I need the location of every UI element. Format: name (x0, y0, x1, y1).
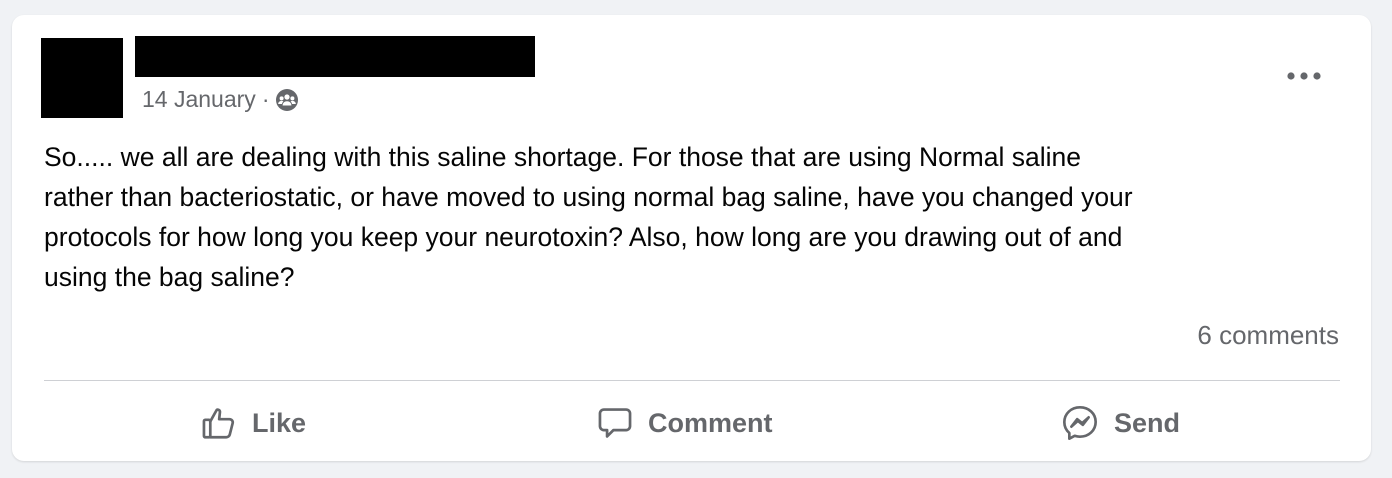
thumbs-up-icon (200, 404, 238, 442)
actions-divider (44, 380, 1340, 381)
post-card: 14 January · So..... we all are dealing … (12, 15, 1371, 461)
comment-bubble-icon (596, 404, 634, 442)
like-button[interactable]: Like (200, 393, 306, 453)
more-options-icon[interactable] (1282, 61, 1326, 91)
comment-button[interactable]: Comment (596, 393, 773, 453)
comment-label: Comment (648, 407, 773, 438)
comments-count-link[interactable]: 6 comments (1197, 320, 1339, 351)
post-actions-bar: Like Comment Send (12, 393, 1371, 453)
group-audience-icon[interactable] (275, 88, 299, 112)
post-body-text: So..... we all are dealing with this sal… (44, 142, 1133, 292)
messenger-icon (1060, 403, 1100, 443)
post-meta: 14 January · (142, 86, 299, 113)
meta-separator: · (261, 86, 270, 112)
like-label: Like (252, 407, 307, 438)
send-button[interactable]: Send (1060, 393, 1180, 453)
post-date[interactable]: 14 January (142, 86, 256, 113)
author-name-redacted[interactable] (135, 36, 535, 77)
send-label: Send (1114, 407, 1181, 438)
avatar-redacted[interactable] (41, 38, 123, 118)
